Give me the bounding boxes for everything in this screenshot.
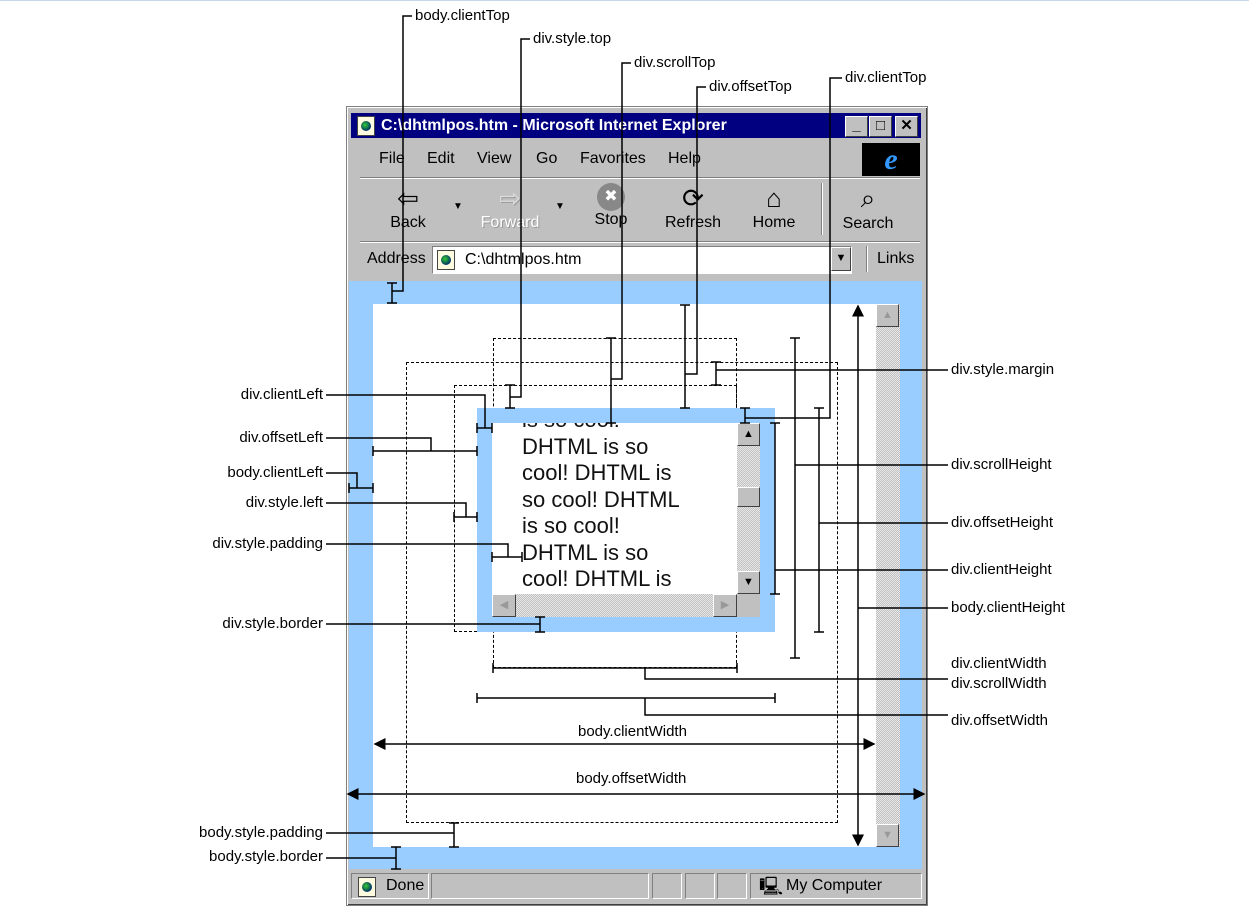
dimension-marker	[606, 337, 616, 424]
dimension-marker	[770, 422, 780, 595]
label-body-offsetWidth: body.offsetWidth	[576, 770, 687, 787]
label-body-clientHeight: body.clientHeight	[951, 599, 1065, 616]
dimension-marker	[740, 407, 750, 424]
label-div-style-border: div.style.border	[222, 615, 323, 632]
label-body-clientTop: body.clientTop	[415, 7, 510, 24]
dimension-marker	[372, 446, 478, 456]
label-div-style-margin: div.style.margin	[951, 361, 1055, 378]
label-div-style-left: div.style.left	[245, 494, 323, 511]
label-div-scrollWidth: div.scrollWidth	[951, 675, 1047, 692]
label-body-clientLeft: body.clientLeft	[227, 464, 323, 481]
label-div-clientHeight: div.clientHeight	[951, 561, 1052, 578]
dimension-marker	[790, 337, 800, 659]
dimension-marker	[348, 483, 374, 493]
label-div-style-padding: div.style.padding	[212, 535, 323, 552]
label-div-offsetLeft: div.offsetLeft	[239, 429, 323, 446]
dimension-marker	[449, 822, 459, 848]
dimension-marker	[711, 361, 721, 386]
label-div-offsetWidth: div.offsetWidth	[951, 712, 1048, 729]
dimension-marker	[476, 693, 776, 703]
label-div-offsetTop: div.offsetTop	[709, 78, 792, 95]
dimension-marker	[387, 282, 397, 304]
label-div-clientLeft: div.clientLeft	[240, 386, 323, 403]
label-div-style-top: div.style.top	[533, 30, 612, 47]
dimension-marker	[491, 552, 523, 562]
label-div-scrollTop: div.scrollTop	[634, 54, 716, 71]
label-div-offsetHeight: div.offsetHeight	[951, 514, 1054, 531]
dimension-marker	[814, 407, 824, 633]
dimension-marker	[492, 663, 738, 673]
label-div-clientWidth: div.clientWidth	[951, 655, 1047, 672]
label-body-clientWidth: body.clientWidth	[578, 723, 687, 740]
dhtml-position-diagram: C:\dhtmlpos.htm - Microsoft Internet Exp…	[0, 0, 1249, 911]
dimension-marker	[680, 304, 690, 409]
label-div-clientTop: div.clientTop	[845, 69, 927, 86]
label-div-scrollHeight: div.scrollHeight	[951, 456, 1052, 473]
label-body-style-padding: body.style.padding	[199, 824, 323, 841]
label-body-style-border: body.style.border	[209, 848, 323, 865]
